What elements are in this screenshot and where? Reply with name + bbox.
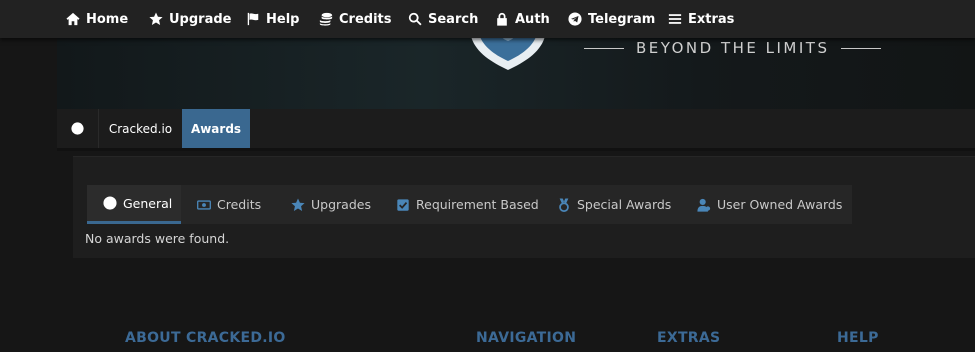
- money-icon: [197, 199, 211, 210]
- footer-heading-navigation: NAVIGATION: [476, 330, 577, 346]
- nav-help[interactable]: Help: [246, 0, 299, 38]
- tab-upgrades-label: Upgrades: [311, 197, 371, 212]
- breadcrumb-site-link[interactable]: Cracked.io: [99, 109, 182, 148]
- footer-heading-help: HELP: [837, 330, 879, 346]
- tab-upgrades[interactable]: Upgrades: [291, 185, 371, 224]
- checkbox-icon: [397, 198, 409, 211]
- telegram-icon: [568, 12, 582, 26]
- breadcrumb-home[interactable]: [57, 109, 99, 148]
- nav-home-label: Home: [86, 11, 129, 27]
- tagline-text: BEYOND THE LIMITS: [636, 39, 830, 57]
- nav-extras-label: Extras: [688, 11, 735, 27]
- awards-panel: General Credits Upgrades Requirement Bas…: [73, 156, 975, 258]
- tagline-left-rule: [584, 47, 624, 49]
- nav-credits-label: Credits: [339, 11, 392, 27]
- home-icon: [66, 12, 80, 26]
- tab-requirement-based-label: Requirement Based: [416, 197, 539, 212]
- empty-message: No awards were found.: [85, 231, 230, 246]
- tab-user-owned-awards[interactable]: User Owned Awards: [697, 185, 842, 224]
- tab-general-label: General: [123, 195, 173, 211]
- nav-extras[interactable]: Extras: [668, 0, 734, 38]
- header-banner: BEYOND THE LIMITS: [57, 38, 975, 110]
- tab-special-awards[interactable]: Special Awards: [557, 185, 671, 224]
- tab-credits-label: Credits: [217, 197, 262, 212]
- coins-icon: [319, 12, 333, 26]
- star-icon: [149, 12, 163, 25]
- search-icon: [408, 12, 422, 26]
- footer-heading-about: ABOUT CRACKED.IO: [125, 330, 286, 346]
- nav-upgrade[interactable]: Upgrade: [149, 0, 231, 38]
- top-navigation: Home Upgrade Help Credits Search Auth Te…: [0, 0, 975, 38]
- tab-general[interactable]: General: [87, 185, 181, 224]
- nav-upgrade-label: Upgrade: [169, 11, 232, 27]
- banner-tagline: BEYOND THE LIMITS: [572, 38, 893, 58]
- footer-heading-extras: EXTRAS: [657, 330, 721, 346]
- flag-icon: [247, 12, 259, 26]
- breadcrumb-current[interactable]: Awards: [182, 109, 250, 148]
- nav-credits[interactable]: Credits: [319, 0, 391, 38]
- nav-telegram-label: Telegram: [588, 11, 656, 27]
- nav-telegram[interactable]: Telegram: [568, 0, 655, 38]
- breadcrumb: Cracked.io Awards: [57, 109, 975, 151]
- nav-home[interactable]: Home: [66, 0, 128, 38]
- nav-auth-label: Auth: [515, 11, 550, 27]
- nav-search[interactable]: Search: [408, 0, 478, 38]
- tagline-right-rule: [841, 47, 882, 49]
- nav-search-label: Search: [428, 11, 479, 27]
- globe-icon: [103, 196, 117, 210]
- tab-credits[interactable]: Credits: [197, 185, 261, 224]
- globe-icon: [71, 122, 84, 135]
- tab-special-awards-label: Special Awards: [577, 197, 672, 212]
- nav-help-label: Help: [266, 11, 300, 27]
- user-icon: [697, 198, 711, 212]
- star-icon: [291, 197, 305, 211]
- medal-icon: [559, 197, 569, 212]
- menu-icon: [668, 14, 682, 24]
- logo-shield: [471, 38, 545, 70]
- tab-user-owned-awards-label: User Owned Awards: [717, 197, 843, 212]
- tab-requirement-based[interactable]: Requirement Based: [396, 185, 539, 224]
- awards-tabs: General Credits Upgrades Requirement Bas…: [87, 185, 852, 224]
- nav-auth[interactable]: Auth: [495, 0, 550, 38]
- lock-icon: [497, 12, 507, 26]
